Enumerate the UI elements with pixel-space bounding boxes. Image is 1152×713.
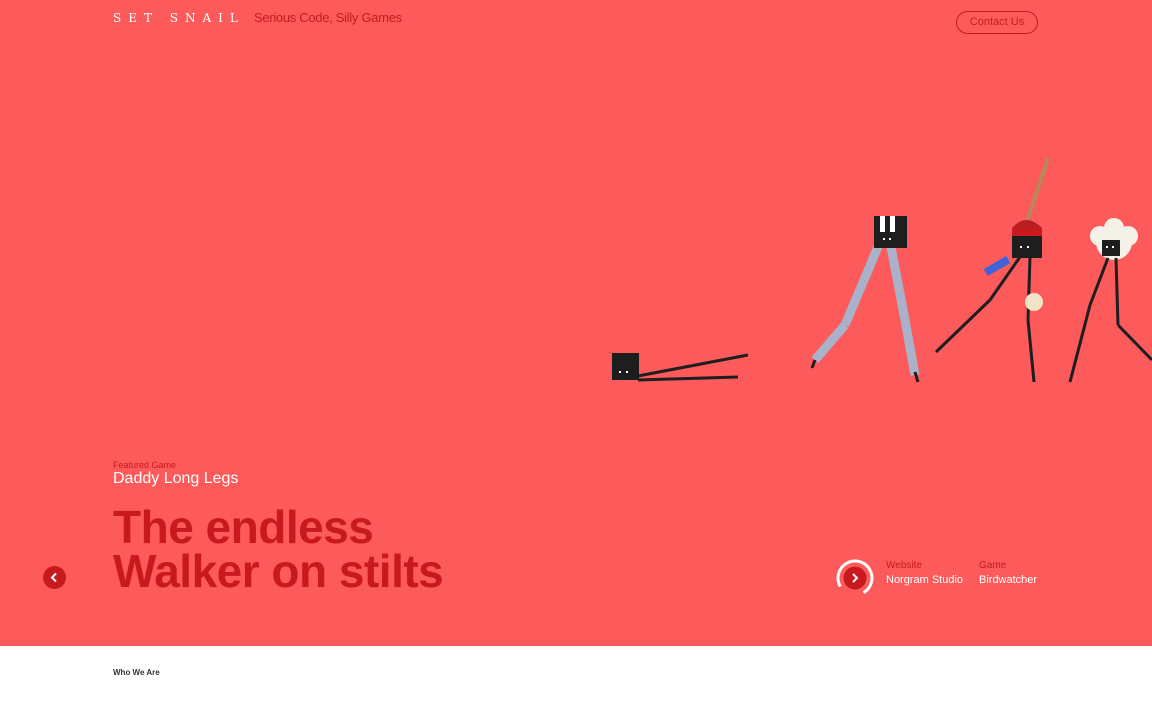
chevron-right-icon bbox=[852, 573, 859, 583]
chevron-left-icon bbox=[50, 572, 57, 583]
hero-illustration bbox=[612, 157, 1152, 383]
site-tagline: Serious Code, Silly Games bbox=[254, 10, 402, 25]
meta-website: Website Norgram Studio bbox=[886, 560, 963, 588]
website-value[interactable]: Norgram Studio bbox=[886, 572, 963, 588]
fallen-character bbox=[612, 353, 749, 382]
previous-slide-button[interactable] bbox=[43, 566, 66, 589]
denim-character bbox=[810, 216, 920, 383]
who-we-are-heading: Who We Are bbox=[113, 668, 160, 677]
next-slide-button[interactable] bbox=[835, 558, 875, 598]
contact-us-button[interactable]: Contact Us bbox=[956, 11, 1038, 34]
hero-headline-line-1: The endless bbox=[113, 501, 374, 553]
featured-game-name[interactable]: Daddy Long Legs bbox=[113, 470, 238, 488]
site-logo[interactable]: SET SNAIL bbox=[113, 11, 245, 25]
sheep-character bbox=[1068, 218, 1152, 383]
hero-headline-line-2: Walker on stilts bbox=[113, 545, 444, 597]
game-label: Game bbox=[979, 560, 1007, 571]
meta-game: Game Birdwatcher bbox=[979, 560, 1037, 588]
featured-game-label: Featured Game bbox=[113, 460, 177, 470]
hero-section: SET SNAIL Serious Code, Silly Games Cont… bbox=[0, 0, 1152, 646]
website-label: Website bbox=[886, 560, 922, 571]
plunger-character bbox=[934, 157, 1050, 383]
hero-headline: The endless Walker on stilts bbox=[113, 501, 444, 597]
game-value[interactable]: Birdwatcher bbox=[979, 572, 1037, 588]
